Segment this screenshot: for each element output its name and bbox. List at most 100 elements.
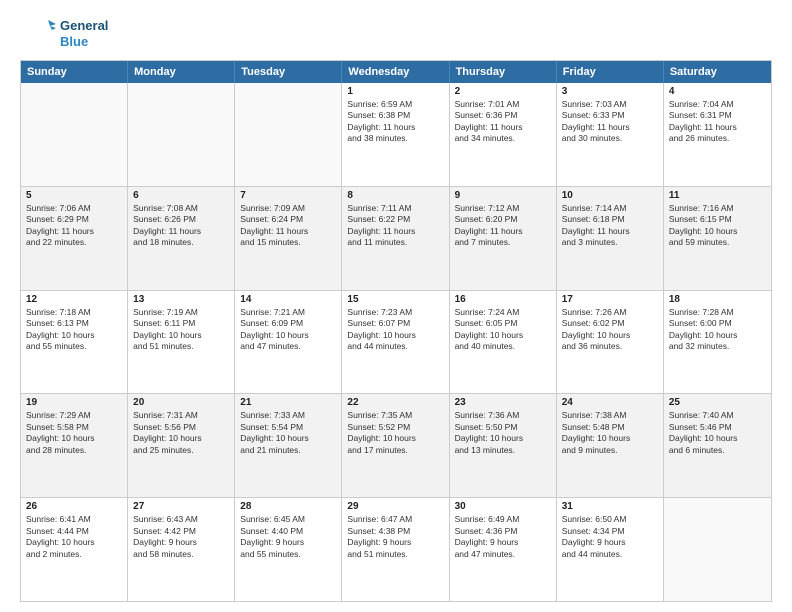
day-info: Sunrise: 7:08 AM Sunset: 6:26 PM Dayligh… <box>133 203 229 249</box>
day-info: Sunrise: 7:23 AM Sunset: 6:07 PM Dayligh… <box>347 307 443 353</box>
logo-general: General <box>60 18 108 34</box>
day-number: 4 <box>669 86 766 97</box>
page: General Blue SundayMondayTuesdayWednesda… <box>0 0 792 612</box>
day-info: Sunrise: 7:24 AM Sunset: 6:05 PM Dayligh… <box>455 307 551 353</box>
day-info: Sunrise: 6:47 AM Sunset: 4:38 PM Dayligh… <box>347 514 443 560</box>
day-info: Sunrise: 7:21 AM Sunset: 6:09 PM Dayligh… <box>240 307 336 353</box>
day-info: Sunrise: 6:49 AM Sunset: 4:36 PM Dayligh… <box>455 514 551 560</box>
day-cell-empty <box>128 83 235 186</box>
day-number: 2 <box>455 86 551 97</box>
day-number: 14 <box>240 294 336 305</box>
day-cell-11: 11 Sunrise: 7:16 AM Sunset: 6:15 PM Dayli… <box>664 187 771 290</box>
day-cell-15: 15 Sunrise: 7:23 AM Sunset: 6:07 PM Dayli… <box>342 291 449 394</box>
day-number: 12 <box>26 294 122 305</box>
calendar: SundayMondayTuesdayWednesdayThursdayFrid… <box>20 60 772 602</box>
day-cell-6: 6 Sunrise: 7:08 AM Sunset: 6:26 PM Daylig… <box>128 187 235 290</box>
day-info: Sunrise: 7:04 AM Sunset: 6:31 PM Dayligh… <box>669 99 766 145</box>
day-info: Sunrise: 7:33 AM Sunset: 5:54 PM Dayligh… <box>240 410 336 456</box>
day-info: Sunrise: 6:41 AM Sunset: 4:44 PM Dayligh… <box>26 514 122 560</box>
day-cell-24: 24Sunrise: 7:38 AM Sunset: 5:48 PM Dayli… <box>557 394 664 497</box>
day-cell-3: 3 Sunrise: 7:03 AM Sunset: 6:33 PM Daylig… <box>557 83 664 186</box>
day-info: Sunrise: 6:59 AM Sunset: 6:38 PM Dayligh… <box>347 99 443 145</box>
week-row-4: 19Sunrise: 7:29 AM Sunset: 5:58 PM Dayli… <box>21 394 771 498</box>
day-info: Sunrise: 7:40 AM Sunset: 5:46 PM Dayligh… <box>669 410 766 456</box>
day-number: 26 <box>26 501 122 512</box>
day-info: Sunrise: 7:03 AM Sunset: 6:33 PM Dayligh… <box>562 99 658 145</box>
day-cell-1: 1 Sunrise: 6:59 AM Sunset: 6:38 PM Daylig… <box>342 83 449 186</box>
day-number: 10 <box>562 190 658 201</box>
day-cell-8: 8 Sunrise: 7:11 AM Sunset: 6:22 PM Daylig… <box>342 187 449 290</box>
week-row-1: 1 Sunrise: 6:59 AM Sunset: 6:38 PM Daylig… <box>21 83 771 187</box>
day-cell-21: 21 Sunrise: 7:33 AM Sunset: 5:54 PM Dayli… <box>235 394 342 497</box>
day-cell-16: 16 Sunrise: 7:24 AM Sunset: 6:05 PM Dayli… <box>450 291 557 394</box>
day-cell-26: 26 Sunrise: 6:41 AM Sunset: 4:44 PM Dayli… <box>21 498 128 601</box>
day-cell-14: 14 Sunrise: 7:21 AM Sunset: 6:09 PM Dayli… <box>235 291 342 394</box>
day-number: 24 <box>562 397 658 408</box>
day-cell-18: 18 Sunrise: 7:28 AM Sunset: 6:00 PM Dayli… <box>664 291 771 394</box>
day-cell-9: 9 Sunrise: 7:12 AM Sunset: 6:20 PM Daylig… <box>450 187 557 290</box>
week-row-3: 12Sunrise: 7:18 AM Sunset: 6:13 PM Dayli… <box>21 291 771 395</box>
day-info: Sunrise: 7:29 AM Sunset: 5:58 PM Dayligh… <box>26 410 122 456</box>
logo-svg <box>20 16 56 52</box>
day-cell-5: 5Sunrise: 7:06 AM Sunset: 6:29 PM Daylig… <box>21 187 128 290</box>
day-header-thursday: Thursday <box>450 61 557 83</box>
day-cell-28: 28Sunrise: 6:45 AM Sunset: 4:40 PM Dayli… <box>235 498 342 601</box>
day-info: Sunrise: 7:31 AM Sunset: 5:56 PM Dayligh… <box>133 410 229 456</box>
day-info: Sunrise: 7:28 AM Sunset: 6:00 PM Dayligh… <box>669 307 766 353</box>
day-info: Sunrise: 7:01 AM Sunset: 6:36 PM Dayligh… <box>455 99 551 145</box>
day-cell-17: 17 Sunrise: 7:26 AM Sunset: 6:02 PM Dayli… <box>557 291 664 394</box>
day-number: 8 <box>347 190 443 201</box>
day-number: 22 <box>347 397 443 408</box>
day-number: 1 <box>347 86 443 97</box>
calendar-body: 1 Sunrise: 6:59 AM Sunset: 6:38 PM Daylig… <box>21 83 771 601</box>
day-info: Sunrise: 7:35 AM Sunset: 5:52 PM Dayligh… <box>347 410 443 456</box>
day-number: 7 <box>240 190 336 201</box>
day-cell-empty <box>664 498 771 601</box>
day-info: Sunrise: 7:09 AM Sunset: 6:24 PM Dayligh… <box>240 203 336 249</box>
day-info: Sunrise: 7:12 AM Sunset: 6:20 PM Dayligh… <box>455 203 551 249</box>
day-number: 27 <box>133 501 229 512</box>
day-cell-7: 7 Sunrise: 7:09 AM Sunset: 6:24 PM Daylig… <box>235 187 342 290</box>
day-cell-10: 10 Sunrise: 7:14 AM Sunset: 6:18 PM Dayli… <box>557 187 664 290</box>
day-number: 6 <box>133 190 229 201</box>
day-info: Sunrise: 7:14 AM Sunset: 6:18 PM Dayligh… <box>562 203 658 249</box>
week-row-5: 26 Sunrise: 6:41 AM Sunset: 4:44 PM Dayli… <box>21 498 771 601</box>
day-cell-31: 31Sunrise: 6:50 AM Sunset: 4:34 PM Dayli… <box>557 498 664 601</box>
day-number: 16 <box>455 294 551 305</box>
day-cell-30: 30 Sunrise: 6:49 AM Sunset: 4:36 PM Dayli… <box>450 498 557 601</box>
day-info: Sunrise: 7:19 AM Sunset: 6:11 PM Dayligh… <box>133 307 229 353</box>
day-number: 30 <box>455 501 551 512</box>
logo: General Blue <box>20 16 108 52</box>
day-header-wednesday: Wednesday <box>342 61 449 83</box>
day-info: Sunrise: 6:45 AM Sunset: 4:40 PM Dayligh… <box>240 514 336 560</box>
day-info: Sunrise: 7:11 AM Sunset: 6:22 PM Dayligh… <box>347 203 443 249</box>
day-cell-25: 25Sunrise: 7:40 AM Sunset: 5:46 PM Dayli… <box>664 394 771 497</box>
day-number: 11 <box>669 190 766 201</box>
week-row-2: 5Sunrise: 7:06 AM Sunset: 6:29 PM Daylig… <box>21 187 771 291</box>
day-info: Sunrise: 6:50 AM Sunset: 4:34 PM Dayligh… <box>562 514 658 560</box>
day-number: 17 <box>562 294 658 305</box>
day-number: 21 <box>240 397 336 408</box>
day-header-friday: Friday <box>557 61 664 83</box>
day-cell-19: 19Sunrise: 7:29 AM Sunset: 5:58 PM Dayli… <box>21 394 128 497</box>
day-cell-27: 27Sunrise: 6:43 AM Sunset: 4:42 PM Dayli… <box>128 498 235 601</box>
day-cell-12: 12Sunrise: 7:18 AM Sunset: 6:13 PM Dayli… <box>21 291 128 394</box>
day-cell-20: 20 Sunrise: 7:31 AM Sunset: 5:56 PM Dayli… <box>128 394 235 497</box>
logo-blue: Blue <box>60 34 108 50</box>
day-cell-2: 2 Sunrise: 7:01 AM Sunset: 6:36 PM Daylig… <box>450 83 557 186</box>
day-info: Sunrise: 7:26 AM Sunset: 6:02 PM Dayligh… <box>562 307 658 353</box>
day-number: 13 <box>133 294 229 305</box>
day-number: 23 <box>455 397 551 408</box>
day-number: 9 <box>455 190 551 201</box>
day-info: Sunrise: 7:16 AM Sunset: 6:15 PM Dayligh… <box>669 203 766 249</box>
day-number: 3 <box>562 86 658 97</box>
day-number: 15 <box>347 294 443 305</box>
day-cell-29: 29Sunrise: 6:47 AM Sunset: 4:38 PM Dayli… <box>342 498 449 601</box>
day-cell-empty <box>235 83 342 186</box>
day-cell-23: 23Sunrise: 7:36 AM Sunset: 5:50 PM Dayli… <box>450 394 557 497</box>
day-number: 20 <box>133 397 229 408</box>
day-header-saturday: Saturday <box>664 61 771 83</box>
day-number: 18 <box>669 294 766 305</box>
day-number: 5 <box>26 190 122 201</box>
header: General Blue <box>20 16 772 52</box>
